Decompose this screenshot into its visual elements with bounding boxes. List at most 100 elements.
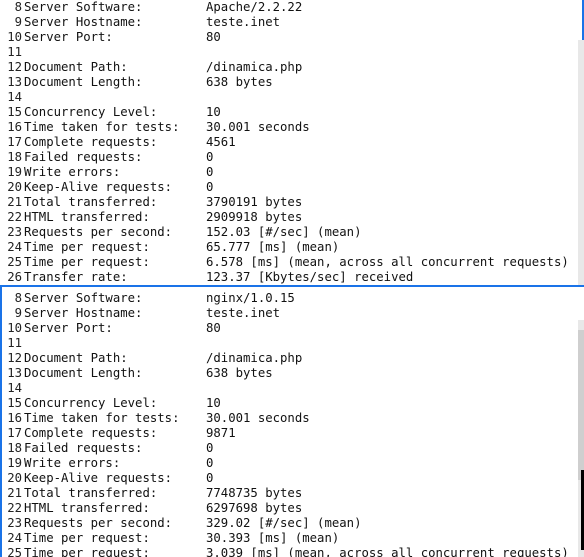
output-line: 9 Server Hostname: teste.inet [0,15,584,30]
metric-label: Server Port: [24,321,113,335]
line-number: 13 [7,75,22,89]
metric-label: Server Hostname: [24,306,143,320]
metric-value: 80 [206,30,221,44]
output-line: 19 Write errors: 0 [0,165,584,180]
output-line: 17 Complete requests: 4561 [0,135,584,150]
line-number: 19 [7,456,22,470]
metric-label: Time per request: [24,240,150,254]
line-number: 25 [7,255,22,269]
line-number: 12 [7,60,22,74]
metric-value: 30.393 [ms] (mean) [206,531,340,545]
line-number: 17 [7,426,22,440]
metric-value: teste.inet [206,306,281,320]
metric-value: /dinamica.php [206,60,303,74]
metric-label: Concurrency Level: [24,396,158,410]
metric-label: Server Hostname: [24,15,143,29]
output-line: 13 Document Length: 638 bytes [0,75,584,90]
metric-label: Complete requests: [24,426,158,440]
line-number: 15 [7,396,22,410]
metric-value: 65.777 [ms] (mean) [206,240,340,254]
metric-label: Transfer rate: [24,270,128,284]
metric-label: Time per request: [24,531,150,545]
metric-value: 0 [206,441,214,455]
metric-value: 9871 [206,426,236,440]
metric-label: Concurrency Level: [24,105,158,119]
metric-label: Complete requests: [24,135,158,149]
metric-value: 3.039 [ms] (mean, across all concurrent … [206,546,569,557]
metric-value: 0 [206,471,214,485]
metric-value: 0 [206,165,214,179]
output-line: 16 Time taken for tests: 30.001 seconds [0,411,584,426]
bottom-scrollbar-thumb[interactable] [578,330,584,480]
metric-label: Document Length: [24,75,143,89]
metric-label: Time per request: [24,546,150,557]
output-line: 11 [0,45,584,60]
line-number: 18 [7,441,22,455]
output-line: 20 Keep-Alive requests: 0 [0,471,584,486]
metric-value: 2909918 bytes [206,210,303,224]
metric-label: HTML transferred: [24,210,150,224]
line-number: 13 [7,366,22,380]
line-number: 21 [7,195,22,209]
metric-label: Failed requests: [24,441,143,455]
metric-value: 0 [206,180,214,194]
output-line: 15 Concurrency Level: 10 [0,105,584,120]
line-number: 20 [7,180,22,194]
terminal-panel-top[interactable]: 8 Server Software: Apache/2.2.22 9 Server Ho… [0,0,584,285]
metric-value: 638 bytes [206,366,273,380]
output-line: 18 Failed requests: 0 [0,441,584,456]
line-number: 19 [7,165,22,179]
metric-label: Server Software: [24,291,143,305]
output-line: 24 Time per request: 65.777 [ms] (mean) [0,240,584,255]
output-line: 19 Write errors: 0 [0,456,584,471]
panel-separator[interactable] [0,285,584,287]
metric-value: Apache/2.2.22 [206,0,303,14]
line-number: 22 [7,501,22,515]
output-line: 20 Keep-Alive requests: 0 [0,180,584,195]
output-line: 18 Failed requests: 0 [0,150,584,165]
output-line: 25 Time per request: 3.039 [ms] (mean, acr… [0,546,584,557]
metric-value: 7748735 bytes [206,486,303,500]
metric-value: 4561 [206,135,236,149]
output-line: 24 Time per request: 30.393 [ms] (mean) [0,531,584,546]
output-line: 23 Requests per second: 152.03 [#/sec] (me… [0,225,584,240]
metric-value: 123.37 [Kbytes/sec] received [206,270,414,284]
line-number: 8 [14,291,22,305]
line-number: 16 [7,411,22,425]
output-line: 17 Complete requests: 9871 [0,426,584,441]
output-line: 22 HTML transferred: 6297698 bytes [0,501,584,516]
metric-label: Write errors: [24,165,121,179]
output-line: 21 Total transferred: 7748735 bytes [0,486,584,501]
output-line: 10 Server Port: 80 [0,321,584,336]
metric-label: Total transferred: [24,195,158,209]
metric-label: Failed requests: [24,150,143,164]
metric-value: 30.001 seconds [206,120,310,134]
output-line: 12 Document Path: /dinamica.php [0,60,584,75]
metric-label: Server Software: [24,0,143,14]
metric-label: Requests per second: [24,225,173,239]
metric-value: 30.001 seconds [206,411,310,425]
line-number: 20 [7,471,22,485]
line-number: 24 [7,531,22,545]
metric-label: Document Path: [24,60,128,74]
top-scrollbar[interactable] [578,40,584,285]
metric-value: 0 [206,150,214,164]
metric-label: Time per request: [24,255,150,269]
metric-value: 0 [206,456,214,470]
line-number: 17 [7,135,22,149]
metric-value: 638 bytes [206,75,273,89]
output-line: 12 Document Path: /dinamica.php [0,351,584,366]
line-number: 10 [7,321,22,335]
metric-label: Document Length: [24,366,143,380]
line-number: 9 [14,306,22,320]
output-line: 8 Server Software: Apache/2.2.22 [0,0,584,15]
metric-value: 10 [206,396,221,410]
metric-label: Keep-Alive requests: [24,471,173,485]
metric-label: Total transferred: [24,486,158,500]
line-number: 24 [7,240,22,254]
line-number: 26 [7,270,22,284]
line-number: 15 [7,105,22,119]
line-number: 16 [7,120,22,134]
line-number: 12 [7,351,22,365]
terminal-panel-bottom[interactable]: 8 Server Software: nginx/1.0.15 9 Server Hos… [0,285,584,557]
